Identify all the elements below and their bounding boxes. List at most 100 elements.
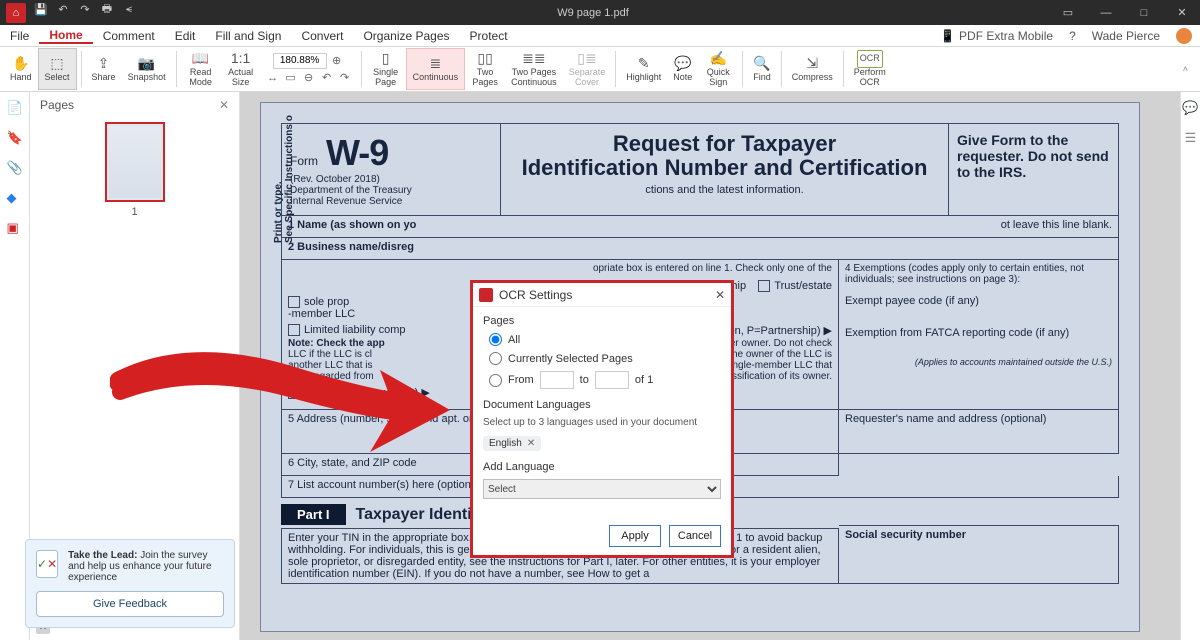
compress-tool[interactable]: ⇲Compress [786,48,839,90]
w9-exempt-note: (Applies to accounts maintained outside … [845,357,1112,367]
zoom-out-icon[interactable]: ⊖ [301,70,317,86]
cancel-button[interactable]: Cancel [669,525,721,547]
radio-from-input[interactable] [489,374,502,387]
fit-page-icon[interactable]: ▭ [283,70,299,86]
select-tool[interactable]: ⬚Select [38,48,77,90]
fit-width-icon[interactable]: ↔ [265,70,281,86]
hand-label: Hand [10,73,32,83]
zoom-input[interactable] [273,53,327,69]
dialog-app-icon [479,288,493,302]
w9-title: W-9 [326,132,388,174]
two-pages[interactable]: ▯▯Two Pages [465,48,505,90]
cover-icon: ▯≣ [577,50,596,68]
hand-tool[interactable]: ✋Hand [4,48,38,90]
user-name[interactable]: Wade Pierce [1084,29,1168,43]
add-lang-select[interactable]: Select [483,479,721,499]
bookmarks-icon[interactable]: 🔖 [7,130,23,146]
w9-llc: Limited liability comp [304,324,405,336]
w9-trust: Trust/estate [774,280,832,292]
print-icon[interactable]: 🖶 [100,3,114,17]
radio-selected[interactable]: Currently Selected Pages [483,352,721,365]
lang-hint: Select up to 3 languages used in your do… [483,417,721,428]
thumbnails-icon[interactable]: 📄 [7,100,23,116]
avatar[interactable] [1176,28,1192,44]
menu-convert[interactable]: Convert [291,29,353,43]
menu-protect[interactable]: Protect [460,29,518,43]
menu-file[interactable]: File [0,29,39,43]
close-window-icon[interactable]: ✕ [1164,0,1200,25]
highlight-icon: ✎ [638,55,650,73]
w9-3a: opriate box [593,263,642,274]
snapshot-tool[interactable]: 📷Snapshot [122,48,172,90]
w9-request: Request for Taxpayer Identification Numb… [509,132,940,180]
apply-button[interactable]: Apply [609,525,661,547]
radio-all-input[interactable] [489,333,502,346]
zoom-in-icon[interactable]: ⊕ [329,53,345,69]
single-page-icon: ▯ [382,50,390,68]
single-label: Single Page [373,68,398,88]
quick-sign[interactable]: ✍Quick Sign [698,48,738,90]
menu-organize-pages[interactable]: Organize Pages [353,29,459,43]
minimize-icon[interactable]: — [1088,0,1124,25]
mobile-label: PDF Extra Mobile [959,29,1053,43]
menu-edit[interactable]: Edit [165,29,206,43]
from-page-input[interactable] [540,371,574,389]
redo-icon[interactable]: ↷ [78,3,92,17]
radio-all[interactable]: All [483,333,721,346]
home-icon[interactable]: ⌂ [6,3,26,23]
search-icon: 🔍 [753,55,770,73]
save-icon[interactable]: 💾 [34,3,48,17]
mobile-link[interactable]: 📱 PDF Extra Mobile [932,29,1061,43]
perform-ocr[interactable]: OCRPerform OCR [848,48,892,90]
two-pages-continuous[interactable]: ≣≣Two Pages Continuous [505,48,563,90]
presentation-icon[interactable]: ▭ [1050,0,1086,25]
share-tool[interactable]: ⇪Share [86,48,122,90]
find-tool[interactable]: 🔍Find [747,48,777,90]
chip-label: English [489,438,522,449]
hand-icon: ✋ [12,55,29,73]
pages-close-icon[interactable]: ✕ [219,98,229,112]
help-icon[interactable]: ? [1061,29,1084,43]
rotate-left-icon[interactable]: ↶ [319,70,335,86]
comments-panel-icon[interactable]: 💬 [1182,100,1198,116]
highlight-tool[interactable]: ✎Highlight [620,48,667,90]
dialog-close-icon[interactable]: ✕ [715,288,725,302]
actual-size[interactable]: 1:1Actual Size [221,48,261,90]
snapshot-label: Snapshot [128,73,166,83]
w9-line2: 2 Business name/disreg [288,241,414,253]
single-page[interactable]: ▯Single Page [366,48,406,90]
w9-rev: (Rev. October 2018) [290,174,492,185]
chip-remove-icon[interactable]: ✕ [527,438,535,449]
radio-all-label: All [508,334,520,346]
from-label: From [508,374,534,386]
signatures-icon[interactable]: ▣ [7,220,23,236]
maximize-icon[interactable]: □ [1126,0,1162,25]
attachments-icon[interactable]: 📎 [7,160,23,176]
give-feedback-button[interactable]: Give Feedback [36,591,224,617]
share-icon[interactable]: ⪪ [122,3,136,17]
rotate-right-icon[interactable]: ↷ [337,70,353,86]
collapse-ribbon-icon[interactable]: ˄ [1183,64,1196,74]
nt4: classification of its owner. [719,371,832,382]
menu-home[interactable]: Home [39,28,92,44]
undo-icon[interactable]: ↶ [56,3,70,17]
document-title: W9 page 1.pdf [136,7,1050,19]
radio-selected-label: Currently Selected Pages [508,353,633,365]
separate-cover[interactable]: ▯≣Separate Cover [563,48,612,90]
feedback-title: Take the Lead: [68,550,137,561]
radio-selected-input[interactable] [489,352,502,365]
ocr-label: Perform OCR [854,68,886,88]
radio-from[interactable]: From to of 1 [483,371,721,389]
menu-comment[interactable]: Comment [93,29,165,43]
ribbon: ✋Hand ⬚Select ⇪Share 📷Snapshot 📖Read Mod… [0,47,1200,92]
titlebar: ⌂ 💾 ↶ ↷ 🖶 ⪪ W9 page 1.pdf ▭ — □ ✕ [0,0,1200,25]
read-mode[interactable]: 📖Read Mode [181,48,221,90]
layers-icon[interactable]: ◆ [7,190,23,206]
note-tool[interactable]: 💬Note [667,48,698,90]
to-page-input[interactable] [595,371,629,389]
continuous[interactable]: ≣Continuous [406,48,466,90]
properties-panel-icon[interactable]: ☰ [1185,130,1197,146]
page-thumbnail-1[interactable] [105,122,165,202]
menu-fill-sign[interactable]: Fill and Sign [205,29,291,43]
thumb-number: 1 [40,206,229,218]
